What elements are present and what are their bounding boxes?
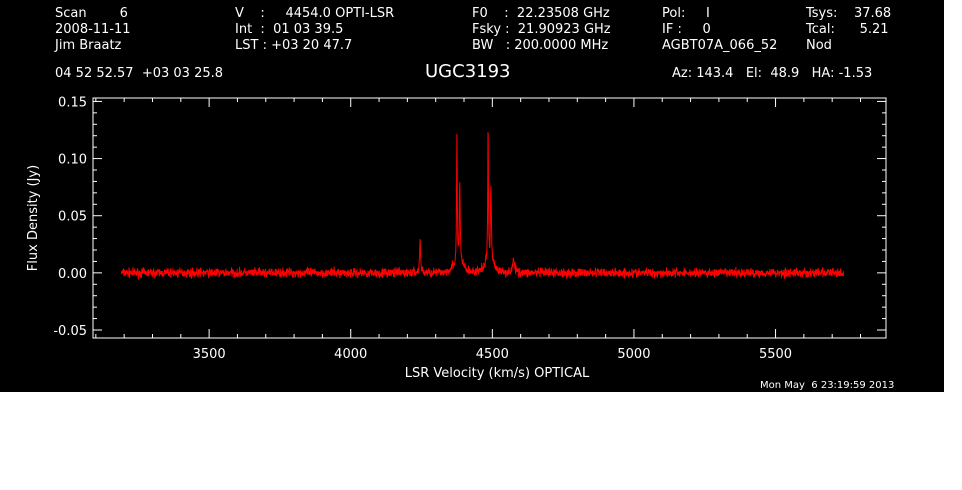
x-axis-ticks: 3500 4000 4500 5000 5500	[95, 98, 862, 362]
spectrum-trace-layer	[120, 132, 845, 280]
y-axis-ticks: -0.05 0.00 0.05 0.10 0.15	[53, 95, 886, 339]
plot-frame	[92, 97, 887, 339]
x-tick-label: 5500	[759, 347, 792, 362]
spectrum-chart: 3500 4000 4500 5000 5500 -0.05 0.00 0.05 0.10 0.…	[26, 95, 887, 381]
y-tick-label: 0.00	[58, 267, 87, 282]
y-tick-label: 0.05	[58, 210, 87, 225]
y-tick-label: 0.10	[58, 153, 87, 168]
y-axis-label: Flux Density (Jy)	[26, 165, 41, 271]
x-tick-label: 5000	[617, 347, 650, 362]
spectrum-panel: Scan 6 2008-11-11 Jim Braatz V : 4454.0 …	[0, 0, 944, 392]
spectrum-line	[120, 132, 845, 280]
x-tick-label: 3500	[193, 347, 226, 362]
y-tick-label: -0.05	[53, 324, 87, 339]
x-axis-label: LSR Velocity (km/s) OPTICAL	[405, 366, 590, 381]
x-tick-label: 4500	[476, 347, 509, 362]
y-tick-label: 0.15	[58, 95, 87, 110]
x-tick-label: 4000	[334, 347, 367, 362]
